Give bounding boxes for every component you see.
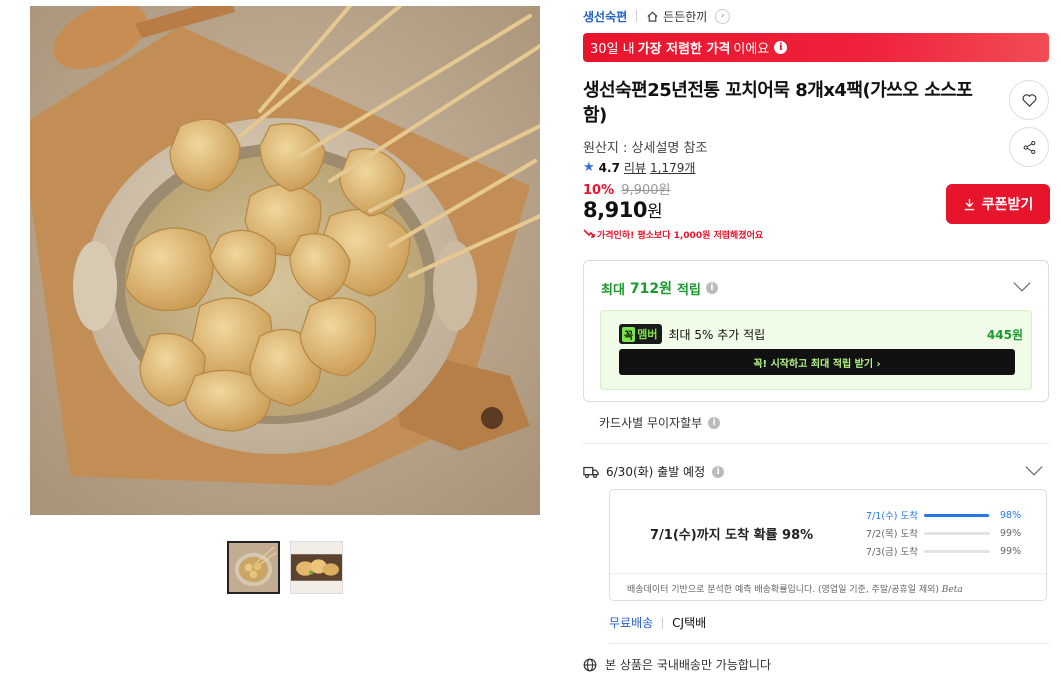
thumbnail-list bbox=[227, 541, 343, 594]
membership-row: 꼭 멤버 최대 5% 추가 적립 445원 bbox=[619, 324, 1023, 344]
chevron-down-icon[interactable] bbox=[1013, 274, 1031, 292]
home-icon bbox=[647, 11, 658, 22]
membership-points-amount: 445원 bbox=[986, 327, 1023, 342]
arrival-bar-fill bbox=[924, 513, 989, 517]
info-icon[interactable]: i bbox=[712, 465, 725, 478]
membership-badge: 꼭 멤버 bbox=[619, 324, 663, 344]
arrival-bar bbox=[924, 531, 990, 535]
price-down-arrow-icon bbox=[583, 229, 595, 238]
thumbnail-1[interactable] bbox=[227, 541, 280, 594]
points-prefix: 최대 bbox=[601, 282, 625, 298]
arrival-bar bbox=[924, 513, 990, 517]
section-divider bbox=[609, 643, 1049, 644]
dispatch-date: 6/30(화) 출발 예정 bbox=[606, 465, 706, 479]
thumbnail-2[interactable] bbox=[290, 541, 343, 594]
arrival-pct: 99% bbox=[1000, 545, 1022, 557]
store-home-link[interactable]: 든든한끼 › bbox=[646, 8, 731, 25]
arrival-bar-fill bbox=[924, 550, 989, 553]
arrival-date: 7/2(목) 도착 bbox=[866, 529, 918, 540]
forecast-note: 배송데이터 기반으로 분석한 예측 배송확률입니다. (영업일 기준, 주말/공… bbox=[627, 582, 963, 595]
heart-icon bbox=[1022, 93, 1036, 107]
chevron-down-icon[interactable] bbox=[1025, 458, 1043, 476]
dispatch-info[interactable]: 6/30(화) 출발 예정 i bbox=[583, 463, 725, 480]
review-label[interactable]: 리뷰 bbox=[624, 159, 646, 176]
product-title: 생선숙편25년전통 꼬치어묵 8개x4팩(가쓰오 소스포함) bbox=[583, 80, 973, 126]
sale-price-value: 8,910 bbox=[583, 198, 647, 222]
arrival-row: 7/3(금) 도착 99% bbox=[858, 542, 1038, 560]
currency-unit: 원 bbox=[646, 202, 663, 222]
arrival-probability: 7/1(수)까지 도착 확률 98% bbox=[650, 528, 814, 543]
arrival-rows: 7/1(수) 도착 98% 7/2(목) 도착 99% 7/3(금) 도착 99… bbox=[858, 506, 1038, 560]
shipping-type: 무료배송 CJ택배 bbox=[609, 614, 706, 631]
membership-start-button[interactable]: 꼭! 시작하고 최대 적립 받기 › bbox=[619, 349, 1015, 375]
coupon-download-button[interactable]: 쿠폰받기 bbox=[946, 184, 1050, 224]
globe-icon bbox=[583, 658, 597, 671]
review-count[interactable]: 1,179개 bbox=[650, 159, 695, 176]
arrival-bar bbox=[924, 549, 990, 553]
arrival-bar-fill bbox=[924, 532, 989, 535]
breadcrumb: 생선숙편 든든한끼 › bbox=[583, 8, 731, 25]
price-drop-notice: 가격인하! 평소보다 1,000원 저렴해졌어요 bbox=[583, 228, 763, 241]
points-suffix: 적립 bbox=[677, 282, 701, 298]
rating-summary[interactable]: ★ 4.7 리뷰 1,179개 bbox=[583, 159, 695, 176]
wishlist-button[interactable] bbox=[1009, 80, 1049, 120]
info-icon[interactable]: i bbox=[705, 282, 718, 294]
delivery-forecast: 7/1(수)까지 도착 확률 98% 7/1(수) 도착 98% 7/2(목) … bbox=[609, 489, 1047, 601]
store-home-label: 든든한끼 bbox=[663, 9, 708, 24]
breadcrumb-divider bbox=[636, 10, 638, 22]
arrival-date: 7/1(수) 도착 bbox=[866, 511, 918, 522]
membership-badge-label: 멤버 bbox=[637, 328, 658, 341]
forecast-divider bbox=[610, 573, 1046, 574]
max-points[interactable]: 최대 712원 적립 i bbox=[601, 278, 718, 298]
shipping-divider bbox=[662, 616, 664, 629]
arrival-row: 7/2(목) 도착 99% bbox=[858, 524, 1038, 542]
download-icon bbox=[964, 198, 974, 210]
discount-line: 10% 9,900원 bbox=[583, 179, 670, 198]
membership-benefit: 최대 5% 추가 적립 bbox=[668, 327, 766, 342]
discount-rate: 10% bbox=[583, 183, 615, 198]
store-link[interactable]: 생선숙편 bbox=[583, 8, 627, 25]
info-icon[interactable]: i bbox=[774, 41, 788, 54]
origin-info: 원산지 : 상세설명 참조 bbox=[583, 141, 708, 156]
share-icon bbox=[1023, 140, 1035, 154]
price-drop-text: 가격인하! 평소보다 1,000원 저렴해졌어요 bbox=[597, 231, 764, 241]
arrival-date: 7/3(금) 도착 bbox=[866, 547, 918, 558]
lowest-price-banner: 30일 내 가장 저렴한 가격 이에요 i bbox=[583, 33, 1049, 62]
promo-suffix: 이에요 bbox=[733, 42, 770, 57]
sale-price: 8,910원 bbox=[583, 197, 663, 222]
rating-score: 4.7 bbox=[598, 160, 620, 175]
share-button[interactable] bbox=[1009, 127, 1049, 167]
domestic-only-notice: 본 상품은 국내배송만 가능합니다 bbox=[583, 656, 771, 673]
free-shipping-label: 무료배송 bbox=[609, 616, 654, 630]
promo-highlight: 가장 저렴한 가격 bbox=[637, 42, 731, 57]
star-icon: ★ bbox=[583, 160, 595, 175]
points-section: 최대 712원 적립 i 꼭 멤버 최대 5% 추가 적립 445원 꼭! 시작… bbox=[583, 260, 1049, 402]
promo-prefix: 30일 내 bbox=[590, 42, 635, 57]
chevron-right-icon: › bbox=[715, 8, 731, 24]
main-product-image[interactable] bbox=[30, 6, 540, 515]
info-icon[interactable]: i bbox=[708, 416, 721, 429]
arrival-pct: 98% bbox=[1000, 509, 1022, 521]
installment-info[interactable]: 카드사별 무이자할부 i bbox=[599, 414, 721, 431]
original-price: 9,900원 bbox=[621, 183, 671, 198]
membership-badge-mark: 꼭 bbox=[622, 326, 636, 342]
installment-label: 카드사별 무이자할부 bbox=[599, 416, 703, 430]
points-amount: 712원 bbox=[629, 281, 673, 297]
carrier-name: CJ택배 bbox=[672, 616, 707, 630]
beta-label: Beta bbox=[941, 585, 963, 595]
truck-icon bbox=[583, 466, 599, 478]
membership-promo: 꼭 멤버 최대 5% 추가 적립 445원 꼭! 시작하고 최대 적립 받기 › bbox=[600, 310, 1032, 390]
domestic-text: 본 상품은 국내배송만 가능합니다 bbox=[605, 658, 772, 672]
coupon-button-label: 쿠폰받기 bbox=[981, 197, 1034, 213]
arrival-row: 7/1(수) 도착 98% bbox=[858, 506, 1038, 524]
forecast-note-text: 배송데이터 기반으로 분석한 예측 배송확률입니다. (영업일 기준, 주말/공… bbox=[627, 585, 939, 595]
section-divider bbox=[583, 443, 1049, 444]
arrival-pct: 99% bbox=[1000, 527, 1022, 539]
